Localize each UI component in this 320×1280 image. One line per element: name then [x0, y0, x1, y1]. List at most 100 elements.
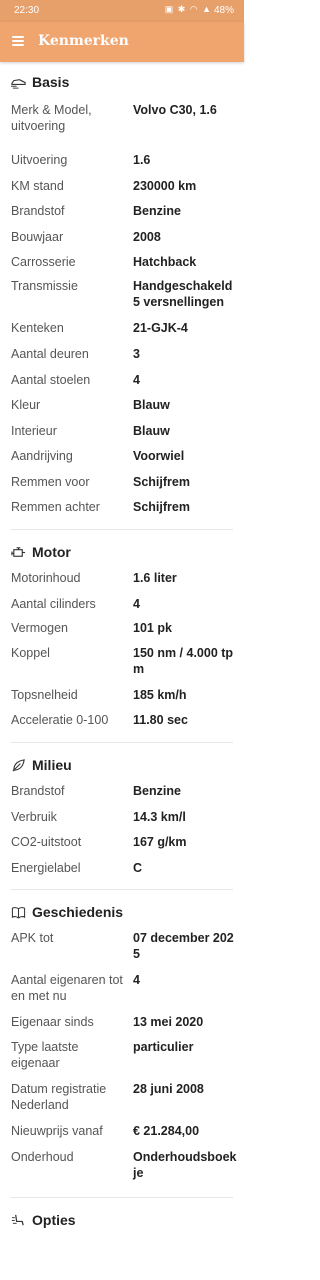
battery-level: 48%	[213, 5, 234, 16]
spec-label: Motorinhoud	[11, 571, 81, 585]
spec-row: Energielabel C	[0, 860, 244, 889]
spec-value: Handgeschakeld 5 versnellingen	[133, 279, 233, 309]
spec-row: Carrosserie Hatchback	[0, 254, 244, 278]
spec-value: 21-GJK-4	[133, 321, 188, 335]
section-header-opties: Opties	[0, 1207, 244, 1238]
section-header-basis: Basis	[0, 62, 244, 102]
spec-row: CO2-uitstoot 167 g/km	[0, 834, 244, 860]
status-bar: 22:30 ▣ ✱ ◠ ▲ 48%	[0, 0, 244, 22]
spec-value: 4	[133, 373, 140, 387]
engine-icon	[11, 547, 26, 557]
spec-value: 101 pk	[133, 621, 172, 635]
status-icons: ▣ ✱ ◠ ▲	[164, 4, 212, 14]
spec-value: 230000 km	[133, 179, 197, 193]
spec-label: Interieur	[11, 424, 57, 438]
section-basis: Basis Merk & Model, uitvoering Volvo C30…	[0, 62, 244, 529]
spec-row: Transmissie Handgeschakeld 5 versnelling…	[0, 278, 244, 320]
spec-label: Bouwjaar	[11, 230, 64, 244]
spec-value: Blauw	[133, 424, 170, 438]
spec-value: 4	[133, 973, 140, 987]
spec-row: Interieur Blauw	[0, 423, 244, 448]
section-header-milieu: Milieu	[0, 752, 244, 783]
section-header-geschiedenis: Geschiedenis	[0, 899, 244, 930]
section-milieu: Milieu Brandstof Benzine Verbruik 14.3 k…	[0, 752, 244, 889]
spec-label: Aantal cilinders	[11, 597, 96, 611]
divider	[11, 529, 233, 530]
spec-label: Vermogen	[11, 621, 68, 635]
spec-value: Onderhoudsboekje	[133, 1150, 237, 1180]
spec-value: 167 g/km	[133, 835, 187, 849]
spec-label: Aantal stoelen	[11, 373, 91, 387]
page-title: Kenmerken	[38, 33, 129, 49]
spec-row: Kleur Blauw	[0, 397, 244, 423]
spec-row: Brandstof Benzine	[0, 783, 244, 809]
hamburger-menu-icon[interactable]	[12, 36, 24, 46]
spec-value: Blauw	[133, 398, 170, 412]
spec-row: Koppel 150 nm / 4.000 tpm	[0, 645, 244, 687]
content: Basis Merk & Model, uitvoering Volvo C30…	[0, 62, 244, 1238]
status-time: 22:30	[14, 5, 40, 16]
spec-value: 4	[133, 597, 140, 611]
section-geschiedenis: Geschiedenis APK tot 07 december 2025 Aa…	[0, 899, 244, 1197]
spec-value: 185 km/h	[133, 688, 187, 702]
spec-row: Aandrijving Voorwiel	[0, 448, 244, 474]
spec-value: 14.3 km/l	[133, 810, 186, 824]
spec-label: Topsnelheid	[11, 688, 78, 702]
section-header-motor: Motor	[0, 539, 244, 570]
spec-row: APK tot 07 december 2025	[0, 930, 244, 972]
book-icon	[11, 907, 26, 919]
spec-label: CO2-uitstoot	[11, 835, 82, 849]
spec-label: Uitvoering	[11, 153, 68, 167]
spec-label: Kleur	[11, 398, 41, 412]
spec-row: Motorinhoud 1.6 liter	[0, 570, 244, 596]
spec-row: Bouwjaar 2008	[0, 229, 244, 254]
seat-icon	[11, 1214, 24, 1226]
spec-label: APK tot	[11, 931, 54, 945]
spec-value: 150 nm / 4.000 tpm	[133, 646, 234, 676]
spec-label: Carrosserie	[11, 255, 76, 269]
spec-row: Kenteken 21-GJK-4	[0, 320, 244, 346]
spec-row: Brandstof Benzine	[0, 203, 244, 229]
spec-value: Hatchback	[133, 255, 197, 269]
spec-label: Aantal eigenaren tot en met nu	[11, 973, 123, 1003]
spec-row: Aantal eigenaren tot en met nu 4	[0, 972, 244, 1014]
spec-label: Nieuwprijs vanaf	[11, 1124, 103, 1138]
spec-row: Nieuwprijs vanaf € 21.284,00	[0, 1123, 244, 1149]
spec-label: Brandstof	[11, 784, 65, 798]
spec-row: Type laatste eigenaar particulier	[0, 1039, 244, 1081]
section-title: Basis	[32, 74, 70, 90]
spec-value: Voorwiel	[133, 449, 185, 463]
spec-label: Brandstof	[11, 204, 65, 218]
spec-label: Acceleratie 0-100	[11, 713, 109, 727]
section-opties: Opties	[0, 1207, 244, 1238]
spec-row: Onderhoud Onderhoudsboekje	[0, 1149, 244, 1197]
spec-value: 13 mei 2020	[133, 1015, 204, 1029]
spec-value: 07 december 2025	[133, 931, 234, 961]
app-bar: Kenmerken	[0, 22, 244, 62]
spec-value: 28 juni 2008	[133, 1082, 204, 1096]
spec-value: particulier	[133, 1040, 194, 1054]
spec-row: Uitvoering 1.6	[0, 152, 244, 178]
spec-label: Remmen achter	[11, 500, 100, 514]
spec-label: Eigenaar sinds	[11, 1015, 94, 1029]
spec-value: Volvo C30, 1.6	[133, 103, 217, 117]
divider	[11, 889, 233, 890]
spec-label: Transmissie	[11, 279, 78, 293]
spec-value: 1.6 liter	[133, 571, 177, 585]
spec-value: € 21.284,00	[133, 1124, 200, 1138]
spec-label: Aantal deuren	[11, 347, 89, 361]
spec-value: Benzine	[133, 784, 181, 798]
spec-row: Eigenaar sinds 13 mei 2020	[0, 1014, 244, 1039]
spec-label: KM stand	[11, 179, 64, 193]
spec-label: Merk & Model, uitvoering	[11, 103, 92, 133]
section-title: Milieu	[32, 757, 72, 773]
spec-label: Onderhoud	[11, 1150, 74, 1164]
spec-row: Acceleratie 0-100 11.80 sec	[0, 712, 244, 742]
spec-label: Datum registratie Nederland	[11, 1082, 107, 1112]
spec-value: C	[133, 861, 143, 875]
spec-row: Aantal deuren 3	[0, 346, 244, 372]
leaf-icon	[12, 759, 25, 772]
spec-value: 1.6	[133, 153, 151, 167]
spec-label: Kenteken	[11, 321, 64, 335]
spec-row: Datum registratie Nederland 28 juni 2008	[0, 1081, 244, 1123]
